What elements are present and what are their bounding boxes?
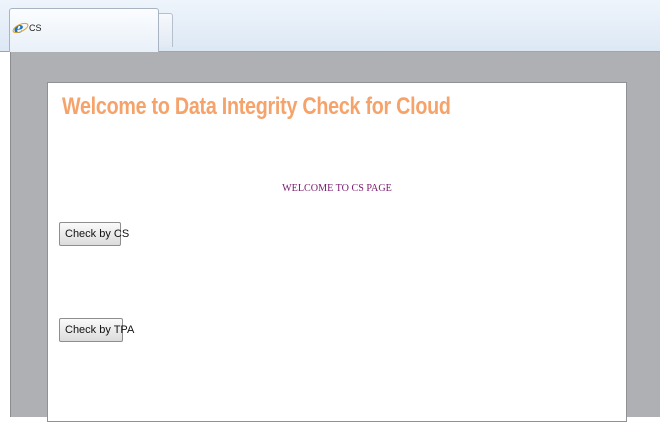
page-title: Welcome to Data Integrity Check for Clou…: [62, 93, 451, 120]
page-content: Welcome to Data Integrity Check for Clou…: [47, 82, 627, 422]
browser-tab[interactable]: e CS: [9, 8, 159, 52]
browser-viewport: Welcome to Data Integrity Check for Clou…: [10, 52, 660, 422]
check-by-tpa-button[interactable]: Check by TPA: [59, 318, 134, 342]
internet-explorer-icon: e: [14, 21, 26, 36]
browser-tab-title: CS: [29, 23, 42, 33]
check-by-cs-button[interactable]: Check by CS: [59, 222, 129, 246]
welcome-heading: WELCOME TO CS PAGE: [282, 182, 392, 194]
new-tab-button[interactable]: [159, 13, 173, 47]
browser-tab-strip: e CS: [0, 0, 660, 52]
